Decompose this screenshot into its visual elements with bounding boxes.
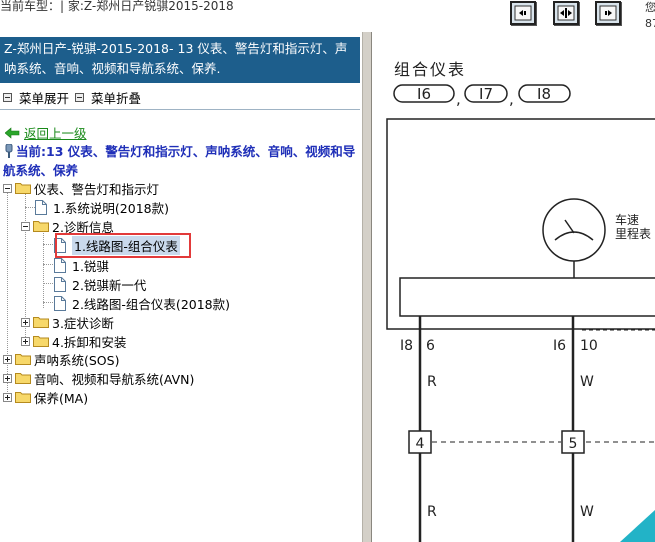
menu-expand-button[interactable]: 菜单展开 bbox=[3, 88, 69, 107]
tree-node-instruments[interactable]: 仪表、警告灯和指示灯 bbox=[3, 179, 159, 197]
folder-icon bbox=[33, 317, 49, 328]
menu-collapse-label: 菜单折叠 bbox=[91, 91, 142, 106]
panel-header: Z-郑州日产-锐骐-2015-2018- 13 仪表、警告灯和指示灯、声呐系统、… bbox=[0, 37, 360, 83]
menu-expand-label: 菜单展开 bbox=[19, 91, 70, 106]
folder-open-icon bbox=[33, 221, 49, 232]
expand-toggle-icon[interactable] bbox=[3, 354, 12, 364]
wire-color-label: R bbox=[427, 504, 437, 520]
tree-node-avn[interactable]: 音响、视频和导航系统(AVN) bbox=[3, 369, 194, 387]
speedometer-gauge bbox=[542, 198, 606, 262]
tree-node-wiring-diagram-2018[interactable]: 2.线路图-组合仪表(2018款) bbox=[54, 294, 230, 312]
tree-node-ruiqi[interactable]: 1.锐骐 bbox=[54, 256, 109, 274]
tree-node-label: 仪表、警告灯和指示灯 bbox=[34, 181, 160, 197]
wire-color-label: R bbox=[427, 374, 437, 390]
tree-node-label: 1.系统说明(2018款) bbox=[53, 200, 169, 216]
tree-node-label: 2.线路图-组合仪表(2018款) bbox=[72, 296, 231, 312]
document-icon bbox=[54, 295, 66, 311]
folder-icon bbox=[15, 354, 31, 365]
wiring-diagram: 组合仪表 I6 , I7 , I8 车速 里程表 I8 6 I6 10 R W bbox=[386, 60, 655, 542]
back-link-row[interactable]: 返回上一级 bbox=[5, 123, 87, 142]
splice-label: 4 bbox=[416, 436, 425, 452]
connector-separator: , bbox=[509, 90, 514, 108]
tree-line bbox=[43, 264, 53, 265]
menu-collapse-icon bbox=[75, 93, 84, 102]
corner-decoration bbox=[620, 510, 655, 542]
expand-button[interactable] bbox=[553, 1, 579, 25]
tree-node-symptom-diagnosis[interactable]: 3.症状诊断 bbox=[21, 313, 114, 331]
connector-label: I6 bbox=[417, 85, 431, 103]
document-icon bbox=[54, 276, 66, 292]
tree-node-system-description[interactable]: 1.系统说明(2018款) bbox=[35, 198, 169, 216]
connector-label: I8 bbox=[537, 85, 551, 103]
menu-collapse-button[interactable]: 菜单折叠 bbox=[75, 88, 141, 107]
tree-node-removal-installation[interactable]: 4.拆卸和安装 bbox=[21, 332, 126, 350]
wire-color-label: W bbox=[580, 504, 594, 520]
tree-node-label: 2.锐骐新一代 bbox=[72, 277, 147, 293]
menu-expand-icon bbox=[3, 93, 12, 102]
connector-label: I7 bbox=[479, 85, 493, 103]
wire-color-label: W bbox=[580, 374, 594, 390]
top-right-text: 您 bbox=[645, 1, 655, 14]
panel-splitter[interactable] bbox=[362, 32, 372, 542]
gauge-label: 里程表 bbox=[615, 226, 651, 241]
prev-button[interactable] bbox=[510, 1, 536, 25]
back-link[interactable]: 返回上一级 bbox=[24, 123, 87, 142]
document-icon bbox=[35, 199, 47, 215]
tree-node-label: 保养(MA) bbox=[34, 390, 89, 406]
folder-icon bbox=[15, 392, 31, 403]
top-right-number: 87 bbox=[645, 17, 655, 30]
tree-line bbox=[43, 244, 53, 245]
expand-toggle-icon[interactable] bbox=[3, 373, 12, 383]
back-arrow-icon bbox=[5, 126, 20, 139]
pin-connector-label: I8 bbox=[400, 338, 413, 354]
prev-icon bbox=[514, 5, 532, 21]
tree-node-label: 音响、视频和导航系统(AVN) bbox=[34, 371, 195, 387]
tree-line bbox=[25, 207, 35, 208]
diagram-panel: 组合仪表 I6 , I7 , I8 车速 里程表 I8 6 I6 10 R W bbox=[372, 32, 655, 542]
next-icon bbox=[599, 5, 617, 21]
expand-toggle-icon[interactable] bbox=[21, 336, 30, 346]
folder-icon bbox=[33, 336, 49, 347]
folder-open-icon bbox=[15, 183, 31, 194]
car-model-label: 当前车型：| 家:Z-郑州日产锐骐2015-2018 bbox=[0, 0, 234, 13]
collapse-toggle-icon[interactable] bbox=[3, 183, 12, 193]
tree-line bbox=[43, 283, 53, 284]
current-location: 当前:13 仪表、警告灯和指示灯、声呐系统、音响、视频和导航系统、保养 bbox=[3, 142, 361, 180]
pin-number-label: 6 bbox=[426, 338, 435, 354]
document-icon bbox=[54, 257, 66, 273]
expand-icon bbox=[557, 5, 575, 21]
selection-highlight-box bbox=[55, 233, 191, 258]
tree-line bbox=[43, 302, 53, 303]
tree-node-label: 声呐系统(SOS) bbox=[34, 352, 120, 368]
left-panel: Z-郑州日产-锐骐-2015-2018- 13 仪表、警告灯和指示灯、声呐系统、… bbox=[0, 32, 362, 542]
tree-node-maintenance[interactable]: 保养(MA) bbox=[3, 388, 88, 406]
collapse-toggle-icon[interactable] bbox=[21, 221, 30, 231]
diagram-title: 组合仪表 bbox=[394, 60, 466, 79]
pin-connector-label: I6 bbox=[553, 338, 566, 354]
expand-toggle-icon[interactable] bbox=[21, 317, 30, 327]
pin-number-label: 10 bbox=[580, 338, 598, 354]
folder-icon bbox=[15, 373, 31, 384]
tree-node-label: 4.拆卸和安装 bbox=[52, 334, 127, 350]
splice-label: 5 bbox=[569, 436, 578, 452]
tree-node-label: 1.锐骐 bbox=[72, 258, 109, 274]
meter-module bbox=[399, 277, 655, 317]
gauge-label: 车速 bbox=[615, 212, 639, 227]
tree-node-label: 3.症状诊断 bbox=[52, 315, 114, 331]
tree-node-sonar[interactable]: 声呐系统(SOS) bbox=[3, 350, 119, 368]
next-button[interactable] bbox=[595, 1, 621, 25]
location-pin-icon bbox=[5, 144, 13, 158]
expand-toggle-icon[interactable] bbox=[3, 392, 12, 402]
current-location-text: 当前:13 仪表、警告灯和指示灯、声呐系统、音响、视频和导航系统、保养 bbox=[3, 144, 356, 178]
top-bar: 当前车型：| 家:Z-郑州日产锐骐2015-2018 您 87 bbox=[0, 0, 655, 32]
connector-separator: , bbox=[456, 90, 461, 108]
tree-node-ruiqi-new[interactable]: 2.锐骐新一代 bbox=[54, 275, 146, 293]
divider bbox=[0, 109, 360, 110]
